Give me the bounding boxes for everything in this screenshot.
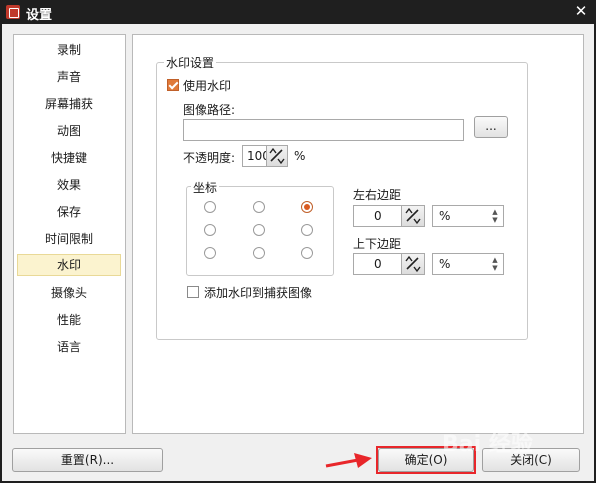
ok-button[interactable]: 确定(O) — [378, 448, 474, 472]
close-icon[interactable]: ✕ — [572, 2, 590, 20]
use-watermark-label: 使用水印 — [183, 79, 232, 93]
dialog-body: 录制 声音 屏幕捕获 动图 快捷键 效果 保存 时间限制 水印 摄像头 性能 语… — [2, 24, 594, 481]
opacity-label: 不透明度: — [183, 151, 236, 165]
lr-margin-unit-select[interactable]: % ▲ ▼ — [432, 205, 504, 227]
arrow-annotation-icon — [325, 453, 372, 468]
sidebar-item-time-limit[interactable]: 时间限制 — [17, 228, 121, 250]
lr-margin-label: 左右边距 — [353, 188, 402, 202]
coord-grid — [186, 186, 334, 276]
coord-radio-bottom-left[interactable] — [204, 247, 216, 259]
reset-button[interactable]: 重置(R)... — [12, 448, 163, 472]
tb-margin-unit-select[interactable]: % ▲ ▼ — [432, 253, 504, 275]
window-title: 设置 — [26, 8, 53, 23]
lr-margin-spin-icon[interactable] — [401, 206, 424, 226]
lr-margin-unit-value: % — [439, 209, 451, 223]
coord-radio-top-left[interactable] — [204, 201, 216, 213]
add-to-capture-label: 添加水印到捕获图像 — [204, 286, 313, 300]
app-icon — [6, 5, 20, 19]
sidebar-item-record[interactable]: 录制 — [17, 39, 121, 61]
sidebar-item-watermark[interactable]: 水印 — [17, 254, 121, 276]
spin-arrows-icon[interactable]: ▲ ▼ — [490, 208, 500, 224]
sidebar-item-camera[interactable]: 摄像头 — [17, 282, 121, 304]
coord-radio-top-center[interactable] — [253, 201, 265, 213]
browse-button[interactable]: ... — [474, 116, 508, 138]
settings-sidebar: 录制 声音 屏幕捕获 动图 快捷键 效果 保存 时间限制 水印 摄像头 性能 语… — [13, 34, 126, 434]
opacity-spinbox[interactable]: 100 — [242, 145, 288, 167]
sidebar-item-sound[interactable]: 声音 — [17, 66, 121, 88]
image-path-label: 图像路径: — [183, 103, 236, 117]
coord-radio-top-right[interactable] — [301, 201, 313, 213]
tb-margin-unit-value: % — [439, 257, 451, 271]
coord-radio-middle-right[interactable] — [301, 224, 313, 236]
watermark-panel: 水印设置 使用水印 图像路径: ... 不透明度: 100 % 坐标 左右边距 — [132, 34, 584, 434]
title-bar: 设置 ✕ — [0, 0, 596, 24]
sidebar-item-hotkeys[interactable]: 快捷键 — [17, 147, 121, 169]
close-button[interactable]: 关闭(C) — [482, 448, 580, 472]
sidebar-item-effects[interactable]: 效果 — [17, 174, 121, 196]
sidebar-item-screen-capture[interactable]: 屏幕捕获 — [17, 93, 121, 115]
coord-radio-bottom-center[interactable] — [253, 247, 265, 259]
tb-margin-spinbox[interactable]: 0 — [353, 253, 425, 275]
coord-radio-center[interactable] — [253, 224, 265, 236]
coord-radio-bottom-right[interactable] — [301, 247, 313, 259]
spin-arrows-icon[interactable]: ▲ ▼ — [490, 256, 500, 272]
lr-margin-spinbox[interactable]: 0 — [353, 205, 425, 227]
coord-radio-middle-left[interactable] — [204, 224, 216, 236]
sidebar-item-gif[interactable]: 动图 — [17, 120, 121, 142]
sidebar-item-performance[interactable]: 性能 — [17, 309, 121, 331]
watermark-group-label: 水印设置 — [164, 54, 217, 71]
image-path-input[interactable] — [183, 119, 464, 141]
lr-margin-value: 0 — [374, 209, 382, 223]
use-watermark-checkbox[interactable] — [167, 79, 179, 91]
add-to-capture-checkbox[interactable] — [187, 286, 199, 298]
opacity-spin-icon[interactable] — [266, 146, 287, 166]
sidebar-item-language[interactable]: 语言 — [17, 336, 121, 358]
tb-margin-spin-icon[interactable] — [401, 254, 424, 274]
coord-group-label: 坐标 — [191, 179, 220, 196]
sidebar-item-save[interactable]: 保存 — [17, 201, 121, 223]
tb-margin-label: 上下边距 — [353, 237, 402, 251]
tb-margin-value: 0 — [374, 257, 382, 271]
opacity-unit: % — [294, 149, 306, 163]
